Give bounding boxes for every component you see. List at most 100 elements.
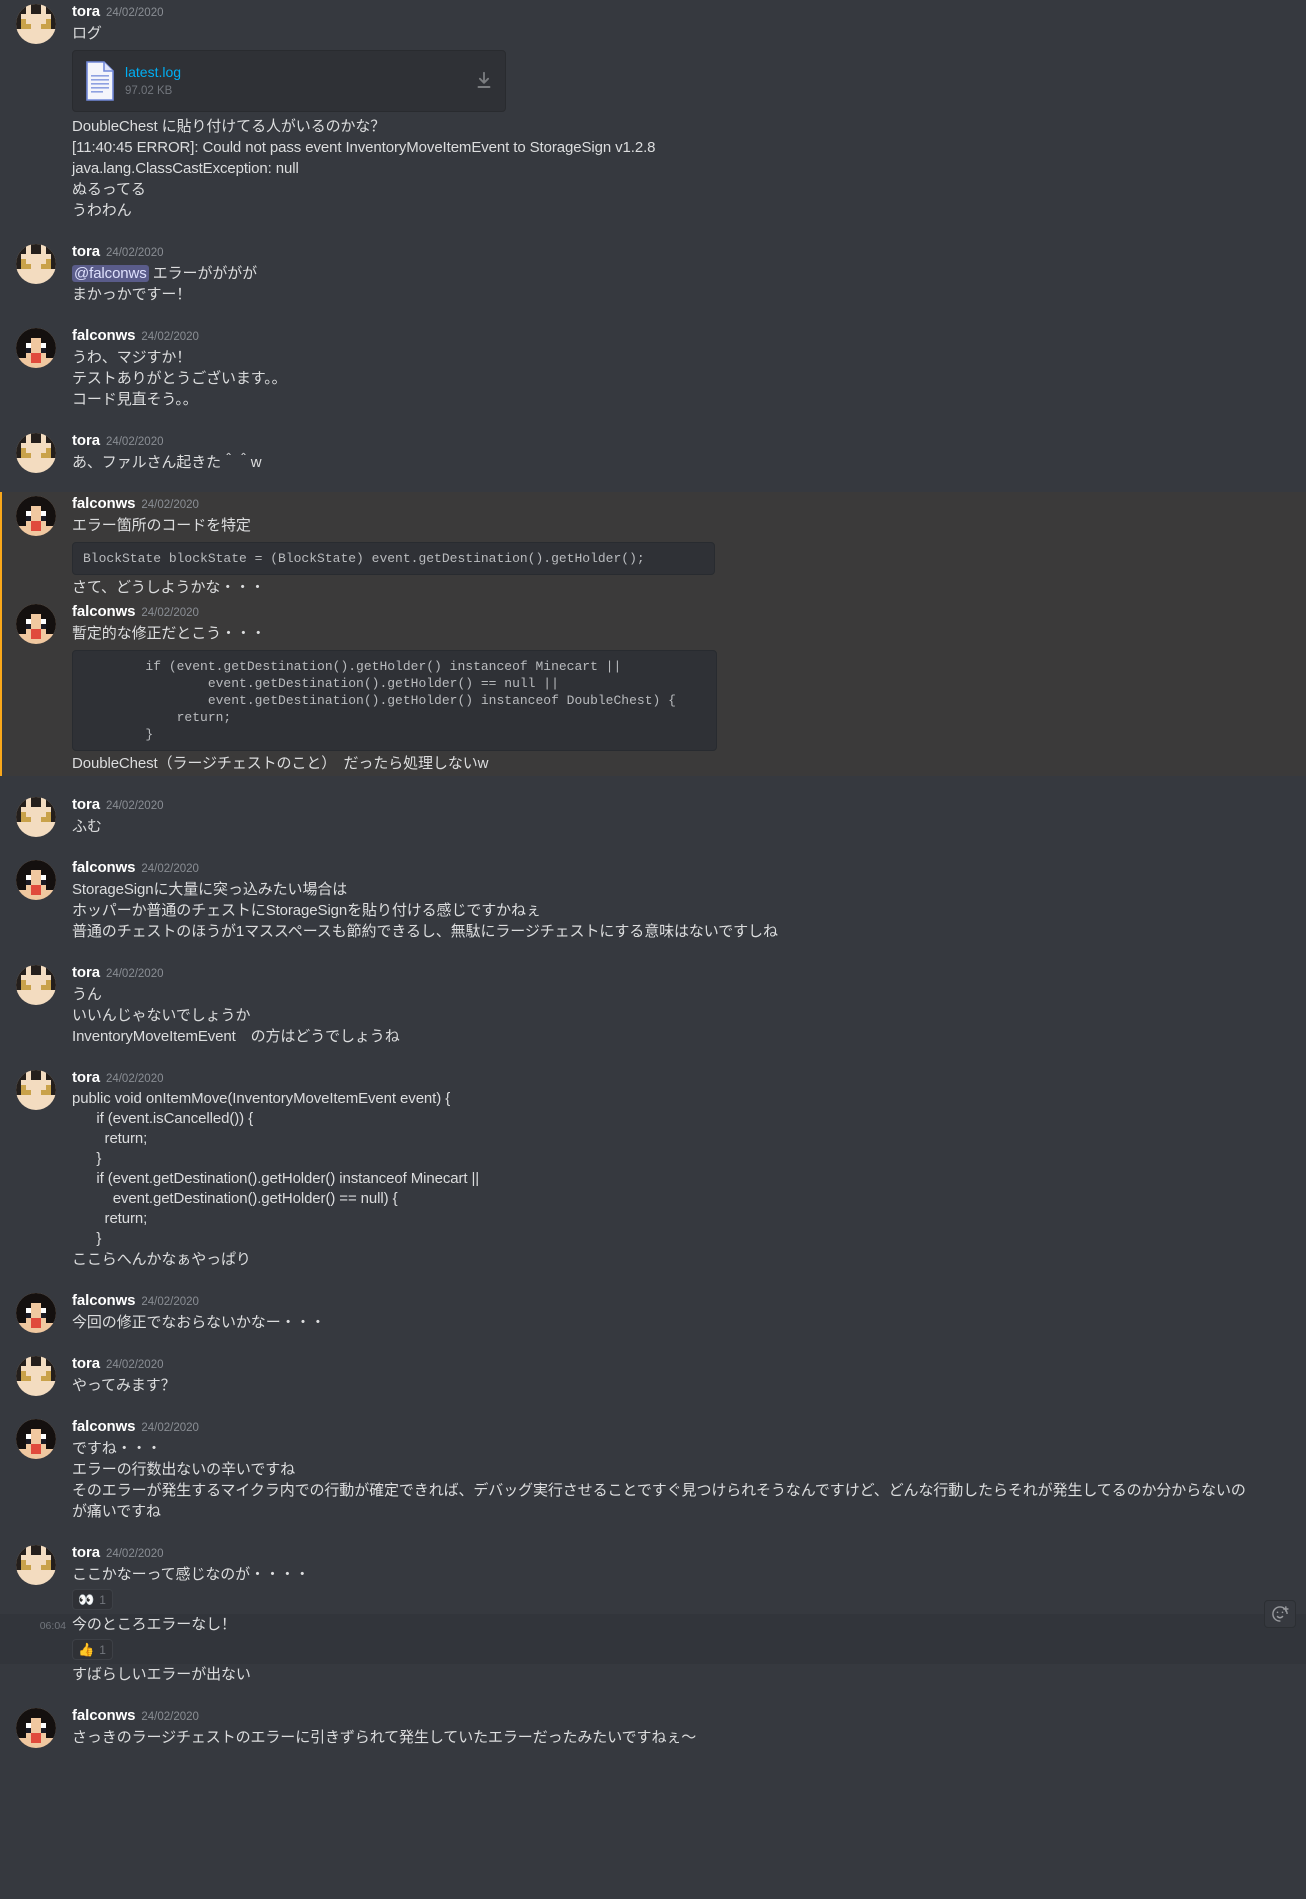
message-line: if (event.isCancelled()) { <box>72 1110 254 1127</box>
message-header: falconws 24/02/2020 <box>72 326 1250 347</box>
message-line: ログ <box>72 25 102 42</box>
message-line: ここかなーって感じなのが・・・・ <box>72 1566 310 1583</box>
add-reaction-icon[interactable] <box>1270 1604 1290 1624</box>
avatar-falconws[interactable] <box>16 604 56 644</box>
avatar-falconws[interactable] <box>16 496 56 536</box>
message-author[interactable]: tora <box>72 242 100 262</box>
message-author[interactable]: tora <box>72 1354 100 1374</box>
message-header: falconws 24/02/2020 <box>72 1417 1250 1438</box>
avatar-gutter <box>0 963 72 1047</box>
message-header: falconws 24/02/2020 <box>72 858 1250 879</box>
message-timestamp: 24/02/2020 <box>105 1073 164 1085</box>
message-content: 今のところエラーなし！ 👍 1 <box>72 1614 1258 1662</box>
message-author[interactable]: falconws <box>72 1417 135 1437</box>
avatar-gutter <box>0 1291 72 1333</box>
message-timestamp: 24/02/2020 <box>141 1422 199 1434</box>
message-content: tora 24/02/2020 public void onItemMove(I… <box>72 1068 1258 1270</box>
message-timestamp: 24/02/2020 <box>141 499 199 511</box>
avatar-tora[interactable] <box>16 965 56 1005</box>
avatar-falconws[interactable] <box>16 328 56 368</box>
message-line: すばらしいエラーが出ない <box>72 1666 251 1683</box>
message-hover-toolbar <box>1264 1600 1296 1628</box>
message-line: [11:40:45 ERROR]: Could not pass event I… <box>72 139 656 156</box>
avatar-tora[interactable] <box>16 244 56 284</box>
hover-timestamp: 06:04 <box>39 1620 66 1632</box>
message-author[interactable]: tora <box>72 963 100 983</box>
message-author[interactable]: tora <box>72 795 100 815</box>
message-header: tora 24/02/2020 <box>72 1068 1250 1089</box>
message-content: tora 24/02/2020 ここかなーって感じなのが・・・・ 👀 1 <box>72 1543 1258 1612</box>
message-line: そのエラーが発生するマイクラ内での行動が確定できれば、デバッグ実行させることです… <box>72 1482 1246 1520</box>
message-line: ここらへんかなぁやっぱり <box>72 1251 251 1268</box>
eyes-reaction[interactable]: 👀 1 <box>72 1589 113 1610</box>
message-header: tora 24/02/2020 <box>72 795 1250 816</box>
message-author[interactable]: falconws <box>72 858 135 878</box>
message-author[interactable]: tora <box>72 2 100 22</box>
message-line: public void onItemMove(InventoryMoveItem… <box>72 1090 451 1107</box>
avatar-falconws[interactable] <box>16 1708 56 1748</box>
message-content: falconws 24/02/2020 さっきのラージチェストのエラーに引きずら… <box>72 1706 1258 1748</box>
avatar-tora[interactable] <box>16 1356 56 1396</box>
message-m17: falconws 24/02/2020 さっきのラージチェストのエラーに引きずら… <box>0 1704 1306 1750</box>
download-icon[interactable] <box>473 70 495 92</box>
message-author[interactable]: falconws <box>72 1706 135 1726</box>
avatar-tora[interactable] <box>16 1070 56 1110</box>
user-mention[interactable]: @falconws <box>72 265 149 282</box>
reaction-list: 👀 1 <box>72 1589 1250 1610</box>
message-line: ふむ <box>72 818 102 835</box>
message-author[interactable]: tora <box>72 431 100 451</box>
avatar-falconws[interactable] <box>16 1419 56 1459</box>
message-line: うわ、マジすか！ <box>72 349 192 366</box>
message-m3: falconws 24/02/2020 うわ、マジすか！ テストありがとうござい… <box>0 324 1306 412</box>
message-line: あ、ファルさん起きた＾＾w <box>72 454 262 471</box>
message-timestamp: 24/02/2020 <box>141 607 199 619</box>
code-block: if (event.getDestination().getHolder() i… <box>72 650 717 751</box>
code-block: BlockState blockState = (BlockState) eve… <box>72 542 715 575</box>
attachment-filename[interactable]: latest.log <box>125 63 473 81</box>
file-document-icon <box>85 61 115 101</box>
message-m1: tora 24/02/2020 ログ latest.log 97.02 KB D… <box>0 0 1306 223</box>
message-content: falconws 24/02/2020 今回の修正でなおらないかなー・・・ <box>72 1291 1258 1333</box>
avatar-gutter <box>0 858 72 942</box>
message-header: tora 24/02/2020 <box>72 963 1250 984</box>
message-line: うわわん <box>72 202 132 219</box>
avatar-gutter <box>0 795 72 837</box>
message-m7: tora 24/02/2020 ふむ <box>0 793 1306 839</box>
avatar-tora[interactable] <box>16 1545 56 1585</box>
thumbsup-reaction[interactable]: 👍 1 <box>72 1639 113 1660</box>
reaction-count: 1 <box>99 1592 106 1607</box>
message-author[interactable]: falconws <box>72 494 135 514</box>
message-author[interactable]: tora <box>72 1543 100 1563</box>
message-timestamp: 24/02/2020 <box>105 1548 164 1560</box>
message-header: falconws 24/02/2020 <box>72 1291 1250 1312</box>
message-author[interactable]: falconws <box>72 1291 135 1311</box>
mention-tail-text: エラーがががが <box>148 265 258 282</box>
message-line: エラー箇所のコードを特定 <box>72 517 251 534</box>
message-line: ですね・・・ <box>72 1440 162 1457</box>
message-line: テストありがとうございます。。 <box>72 370 287 387</box>
eyes-icon: 👀 <box>78 1592 95 1607</box>
message-m15: 06:04 今のところエラーなし！ 👍 1 <box>0 1600 1306 1664</box>
message-content: tora 24/02/2020 ふむ <box>72 795 1258 837</box>
message-m4: tora 24/02/2020 あ、ファルさん起きた＾＾w <box>0 429 1306 475</box>
message-content: falconws 24/02/2020 うわ、マジすか！ テストありがとうござい… <box>72 326 1258 410</box>
message-line: 暫定的な修正だとこう・・・ <box>72 625 266 642</box>
avatar-falconws[interactable] <box>16 860 56 900</box>
message-m16: すばらしいエラーが出ない <box>0 1664 1306 1687</box>
message-m6: falconws 24/02/2020 暫定的な修正だとこう・・・ if (ev… <box>0 600 1306 776</box>
message-line: DoubleChest に貼り付けてる人がいるのかな？ <box>72 118 386 135</box>
avatar-tora[interactable] <box>16 797 56 837</box>
message-author[interactable]: tora <box>72 1068 100 1088</box>
avatar-falconws[interactable] <box>16 1293 56 1333</box>
message-line: さっきのラージチェストのエラーに引きずられて発生していたエラーだったみたいですね… <box>72 1729 697 1746</box>
avatar-tora[interactable] <box>16 433 56 473</box>
avatar-tora[interactable] <box>16 4 56 44</box>
message-author[interactable]: falconws <box>72 602 135 622</box>
message-author[interactable]: falconws <box>72 326 135 346</box>
attachment-card[interactable]: latest.log 97.02 KB <box>72 50 506 112</box>
message-m8: falconws 24/02/2020 StorageSignに大量に突っ込みた… <box>0 856 1306 944</box>
avatar-gutter <box>0 242 72 305</box>
message-line: StorageSignに大量に突っ込みたい場合は <box>72 881 348 898</box>
file-meta: latest.log 97.02 KB <box>125 63 473 99</box>
message-line: さて、どうしようかな・・・ <box>72 579 265 596</box>
